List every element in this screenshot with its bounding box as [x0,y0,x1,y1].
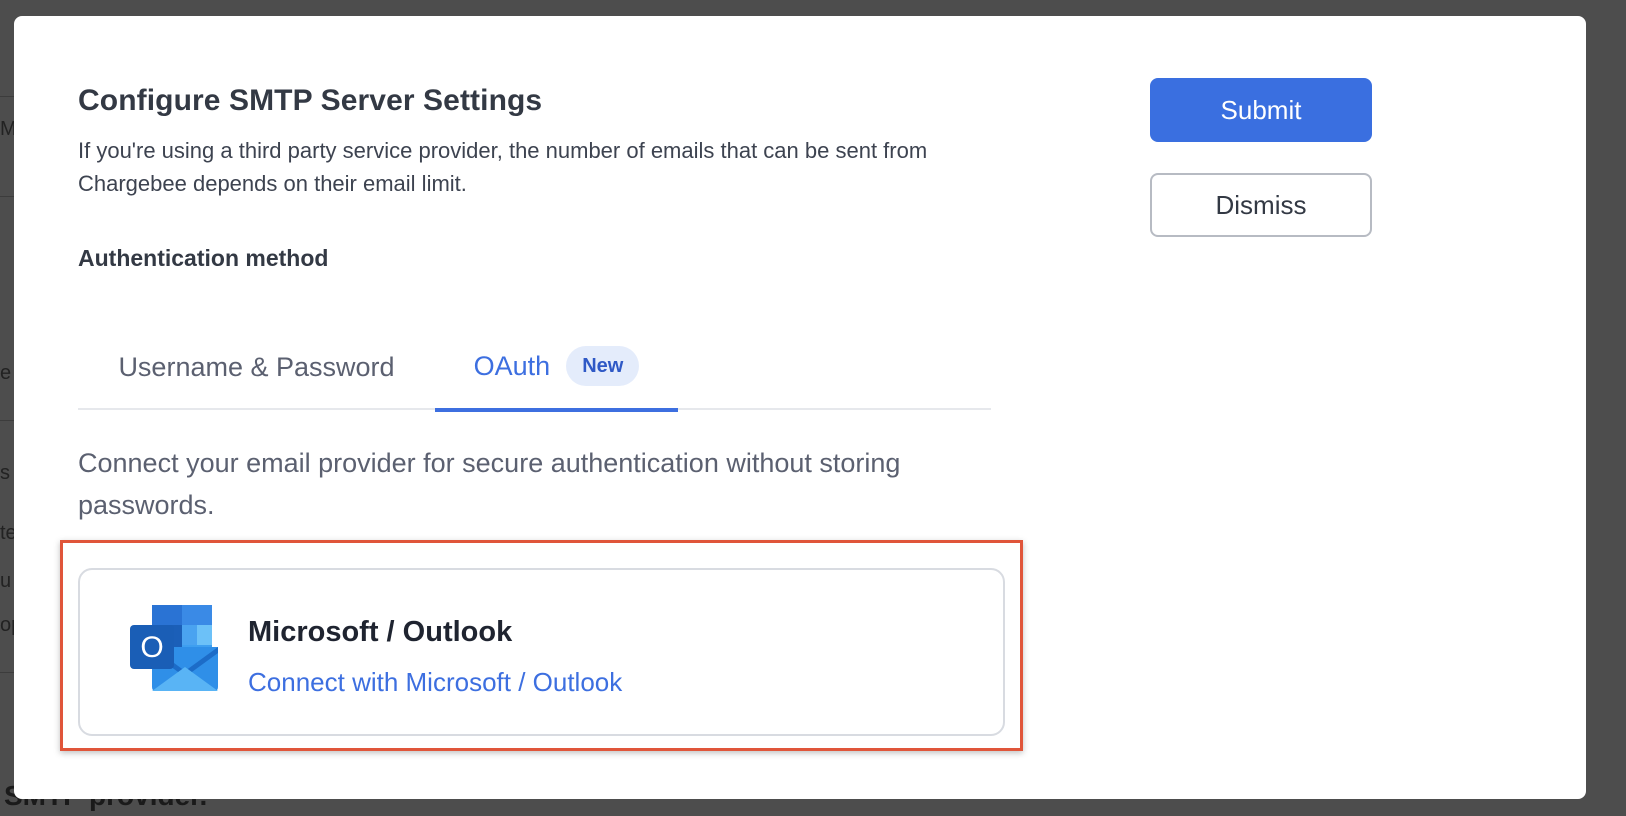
dismiss-button[interactable]: Dismiss [1150,173,1372,237]
background-text-fragment: s [0,462,10,484]
background-divider [0,196,14,197]
tab-label: OAuth [473,350,551,381]
background-divider [0,420,14,421]
outlook-icon: O [130,605,218,691]
tab-label: Username & Password [118,351,395,382]
connect-microsoft-outlook-link[interactable]: Connect with Microsoft / Outlook [248,667,622,698]
oauth-description: Connect your email provider for secure a… [78,448,901,520]
smtp-settings-modal: Configure SMTP Server Settings If you're… [14,16,1586,799]
background-divider [0,96,14,97]
svg-text:O: O [140,631,163,664]
modal-description: If you're using a third party service pr… [78,138,928,196]
tab-username-password[interactable]: Username & Password [78,324,435,410]
background-text-fragment: u [0,570,12,592]
microsoft-outlook-provider-card[interactable]: O Microsoft / Outlook Connect with Micro… [78,568,1005,736]
background-divider [0,672,14,673]
auth-method-tabs: Username & Password OAuth New [78,324,991,412]
provider-name: Microsoft / Outlook [248,616,513,648]
tab-oauth[interactable]: OAuth New [435,324,678,412]
background-text-fragment: e [0,362,12,384]
authentication-method-label: Authentication method [78,245,329,271]
new-badge: New [566,346,640,386]
modal-title: Configure SMTP Server Settings [78,84,543,117]
submit-button[interactable]: Submit [1150,78,1372,142]
